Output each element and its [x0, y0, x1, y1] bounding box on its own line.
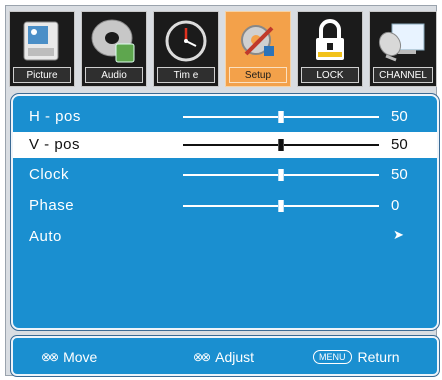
tv-picture-icon: [23, 21, 59, 61]
tab-channel[interactable]: CHANNEL: [369, 11, 437, 87]
tab-audio[interactable]: Audio: [81, 11, 147, 87]
setting-row-clock[interactable]: Clock 50: [13, 162, 437, 188]
tab-label: Setup: [229, 67, 287, 83]
setting-row-auto[interactable]: Auto ➤: [13, 224, 437, 250]
setting-value: 0: [391, 197, 400, 214]
tab-picture[interactable]: Picture: [9, 11, 75, 87]
hint-adjust: ⊗⊗ Adjust: [193, 349, 254, 365]
clock-slider[interactable]: [183, 169, 379, 181]
settings-panel: H - pos 50 V - pos 50 Clock 50 Phase 0 A…: [10, 93, 440, 331]
setting-row-h-pos[interactable]: H - pos 50: [13, 104, 437, 130]
setting-value: 50: [391, 108, 408, 125]
up-down-buttons-icon: ⊗⊗: [41, 350, 59, 364]
setting-row-v-pos[interactable]: V - pos 50: [13, 132, 437, 158]
h-pos-slider[interactable]: [183, 111, 379, 123]
tab-setup[interactable]: Setup: [225, 11, 291, 87]
lock-icon: [316, 19, 344, 60]
setting-value: 50: [391, 136, 408, 153]
setting-value: 50: [391, 166, 408, 183]
hint-return: MENU Return: [313, 349, 400, 365]
slider-knob[interactable]: [278, 169, 284, 181]
disc-audio-icon: [91, 19, 135, 63]
tab-label: Picture: [13, 67, 71, 83]
tab-label: LOCK: [301, 67, 359, 83]
hint-move: ⊗⊗ Move: [41, 349, 97, 365]
gear-tools-icon: [241, 25, 274, 56]
hint-bar: ⊗⊗ Move ⊗⊗ Adjust MENU Return: [10, 335, 440, 377]
tab-label: Audio: [85, 67, 143, 83]
slider-knob[interactable]: [278, 200, 284, 212]
menu-tabs: Picture Audio Tim e Setup LOCK CHANNEL: [9, 11, 437, 89]
setting-label: V - pos: [29, 136, 81, 153]
setting-label: Phase: [29, 197, 75, 214]
hint-label: Move: [63, 349, 98, 365]
arrow-right-icon[interactable]: ➤: [393, 227, 404, 243]
tab-lock[interactable]: LOCK: [297, 11, 363, 87]
slider-knob[interactable]: [278, 139, 284, 151]
setting-label: H - pos: [29, 108, 81, 125]
menu-key-icon: MENU: [313, 350, 352, 364]
slider-knob[interactable]: [278, 111, 284, 123]
tab-label: CHANNEL: [373, 67, 433, 83]
setting-label: Clock: [29, 166, 70, 183]
hint-label: Adjust: [215, 349, 255, 365]
clock-icon: [165, 20, 207, 62]
phase-slider[interactable]: [183, 200, 379, 212]
setting-row-phase[interactable]: Phase 0: [13, 193, 437, 219]
tab-time[interactable]: Tim e: [153, 11, 219, 87]
left-right-buttons-icon: ⊗⊗: [193, 350, 211, 364]
v-pos-slider[interactable]: [183, 139, 379, 151]
setting-label: Auto: [29, 228, 62, 245]
tab-label: Tim e: [157, 67, 215, 83]
hint-label: Return: [357, 349, 400, 365]
satellite-dish-icon: [378, 23, 425, 62]
